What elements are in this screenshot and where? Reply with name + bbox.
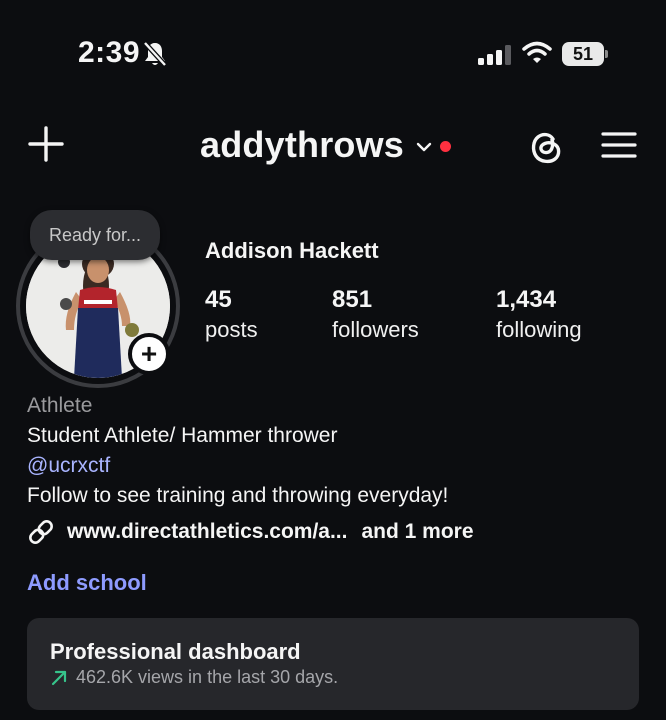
note-bubble[interactable]: Ready for... bbox=[30, 210, 160, 260]
add-school-link[interactable]: Add school bbox=[27, 570, 147, 596]
note-text: Ready for... bbox=[48, 225, 142, 245]
stat-label: followers bbox=[332, 317, 419, 342]
full-name: Addison Hackett bbox=[205, 238, 379, 263]
stat-value: 851 bbox=[332, 286, 373, 313]
stat-value: 45 bbox=[205, 286, 232, 313]
threads-icon[interactable] bbox=[526, 126, 566, 166]
signal-icon bbox=[478, 45, 511, 65]
stat-following[interactable]: 1,434 following bbox=[496, 285, 582, 345]
stat-label: posts bbox=[205, 317, 258, 342]
username: addythrows bbox=[200, 124, 405, 165]
website-link[interactable]: www.directathletics.com/a... bbox=[67, 520, 347, 544]
bio-line: Student Athlete/ Hammer thrower bbox=[27, 424, 338, 447]
notification-dot bbox=[440, 140, 452, 152]
stat-followers[interactable]: 851 followers bbox=[332, 285, 419, 345]
stat-posts[interactable]: 45 posts bbox=[205, 285, 258, 345]
dashboard-stat: 462.6K views in the last 30 days. bbox=[76, 667, 339, 687]
bell-slash-icon bbox=[143, 41, 167, 67]
status-time: 2:39 bbox=[78, 36, 141, 69]
battery-level: 51 bbox=[572, 44, 594, 64]
wifi-icon bbox=[522, 41, 552, 63]
plus-icon: + bbox=[140, 338, 158, 369]
battery-icon: 51 bbox=[562, 42, 608, 66]
category-label: Athlete bbox=[27, 394, 93, 417]
more-links[interactable]: and 1 more bbox=[361, 520, 473, 544]
link-icon bbox=[29, 520, 53, 544]
plus-icon[interactable] bbox=[28, 126, 64, 162]
stat-value: 1,434 bbox=[496, 286, 557, 313]
mention-link[interactable]: @ucrxctf bbox=[27, 453, 110, 479]
bio-line: Follow to see training and throwing ever… bbox=[27, 484, 449, 507]
dashboard-stat-row: 462.6K views in the last 30 days. bbox=[50, 667, 338, 688]
stat-label: following bbox=[496, 317, 582, 342]
trend-up-icon bbox=[51, 670, 67, 685]
add-story-button[interactable]: + bbox=[128, 333, 170, 375]
menu-icon[interactable] bbox=[600, 130, 638, 160]
chevron-down-icon bbox=[416, 142, 432, 152]
account-switcher[interactable]: addythrows bbox=[200, 124, 452, 166]
bio-links[interactable]: www.directathletics.com/a... and 1 more bbox=[27, 518, 474, 546]
dashboard-title: Professional dashboard bbox=[50, 639, 301, 664]
professional-dashboard-card[interactable]: Professional dashboard 462.6K views in t… bbox=[27, 618, 639, 710]
